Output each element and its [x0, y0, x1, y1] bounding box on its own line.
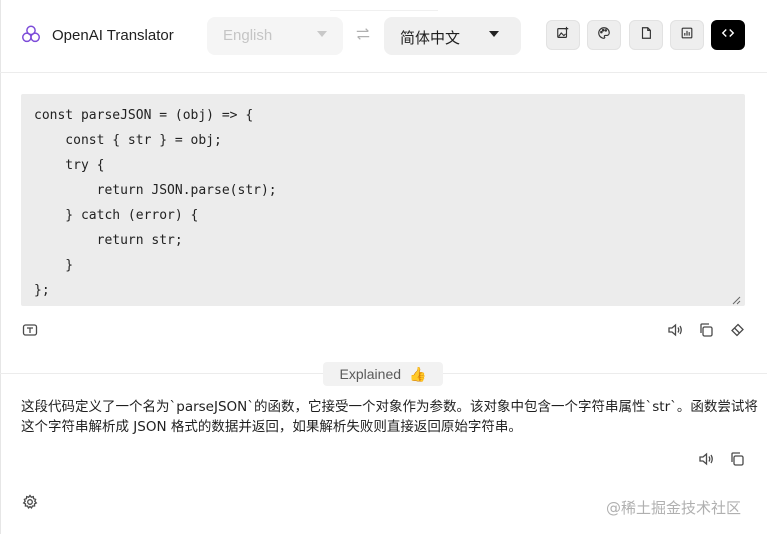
chevron-down-icon: [489, 31, 499, 37]
code-icon: [721, 26, 735, 45]
source-language-select[interactable]: English: [207, 17, 343, 55]
input-right-actions: [666, 321, 746, 339]
theme-button[interactable]: [587, 20, 621, 50]
palette-icon: [597, 26, 611, 45]
swap-arrows-icon[interactable]: [354, 26, 374, 44]
speaker-icon[interactable]: [697, 450, 715, 468]
mode-badge: Explained 👍: [323, 362, 443, 386]
image-ocr-button[interactable]: [546, 20, 580, 50]
app-header: OpenAI Translator English 简体中文: [0, 0, 767, 73]
result-actions: [697, 450, 746, 468]
openai-knot-icon: [20, 24, 42, 46]
image-ocr-icon: [556, 26, 570, 45]
target-language-select[interactable]: 简体中文: [384, 17, 521, 55]
code-input-textarea[interactable]: const parseJSON = (obj) => { const { str…: [21, 94, 745, 306]
chart-icon: [680, 26, 694, 45]
app-title: OpenAI Translator: [52, 26, 174, 44]
brand: OpenAI Translator: [20, 24, 174, 46]
translation-result: 这段代码定义了一个名为`parseJSON`的函数，它接受一个对象作为参数。该对…: [21, 399, 758, 435]
input-left-actions: [21, 321, 39, 339]
file-icon: [639, 26, 653, 45]
copy-icon[interactable]: [728, 450, 746, 468]
settings-area: [21, 493, 39, 511]
stats-button[interactable]: [670, 20, 704, 50]
copy-icon[interactable]: [697, 321, 715, 339]
resize-handle-icon[interactable]: [731, 292, 741, 305]
speaker-icon[interactable]: [666, 321, 684, 339]
gear-icon[interactable]: [21, 493, 39, 511]
watermark: @稀土掘金技术社区: [606, 499, 742, 517]
text-format-icon[interactable]: [21, 321, 39, 339]
eraser-icon[interactable]: [728, 321, 746, 339]
target-language-label: 简体中文: [400, 30, 461, 47]
mode-badge-label: Explained: [339, 366, 402, 382]
source-language-label: English: [223, 27, 273, 44]
header-top-divider: [330, 0, 438, 11]
code-mode-button[interactable]: [711, 20, 745, 50]
code-content: const parseJSON = (obj) => { const { str…: [34, 108, 277, 298]
file-button[interactable]: [629, 20, 663, 50]
window-edge: [0, 0, 1, 534]
thumbs-up-icon: 👍: [409, 365, 427, 382]
chevron-down-icon: [317, 31, 327, 37]
